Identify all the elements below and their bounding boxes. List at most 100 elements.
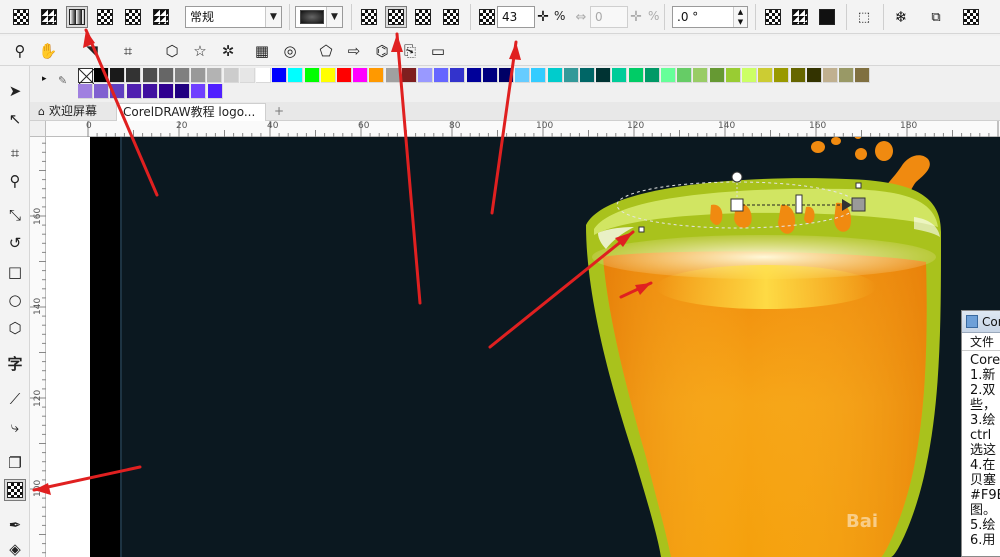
vector-pattern-transparency-button[interactable] [94,6,116,28]
smooth-blend-button[interactable] [789,6,811,28]
node-position-spinner[interactable]: ✛ [627,6,645,28]
palette-swatch[interactable] [110,68,126,83]
palette-swatch[interactable] [709,68,725,83]
zoom-icon[interactable]: ⚲ [10,41,30,61]
eyedropper-icon[interactable]: ✎ [58,74,67,87]
transparency-tool-icon[interactable] [4,479,26,501]
pick-tool-icon[interactable]: ➤ [4,80,26,102]
palette-swatch[interactable] [434,68,450,83]
palette-swatch[interactable] [337,68,352,83]
palette-swatch[interactable] [369,68,385,83]
banner-icon[interactable]: ⎘ [400,41,420,61]
angle-field[interactable]: .0 ° ▲ ▼ [672,6,748,28]
ruler-corner[interactable] [30,121,46,137]
palette-scroll-icon[interactable]: ▸ [42,74,47,84]
free-scale-button[interactable]: ⬚ [853,6,875,28]
palette-swatch[interactable] [78,84,93,99]
palette-swatch[interactable] [353,68,369,83]
palette-swatch[interactable] [661,68,676,83]
palette-swatch[interactable] [239,68,255,83]
rectangle-tool-icon[interactable]: □ [4,261,26,283]
palette-swatch[interactable] [110,84,126,99]
palette-swatch[interactable] [806,68,822,83]
palette-swatch[interactable] [499,68,514,83]
palette-swatch[interactable] [515,68,531,83]
no-color-swatch[interactable] [78,68,94,84]
palette-swatch[interactable] [320,68,336,83]
palette-swatch[interactable] [563,68,579,83]
smart-drawing-tool-icon[interactable]: ↺ [4,232,26,254]
transparency-value-field[interactable]: 43 [497,6,535,28]
palette-swatch[interactable] [790,68,806,83]
palette-swatch[interactable] [288,68,304,83]
palette-swatch[interactable] [158,68,174,83]
palette-swatch[interactable] [207,68,223,83]
palette-swatch[interactable] [94,84,110,99]
tab-document[interactable]: CorelDRAW教程 logo... [116,103,266,121]
palette-swatch[interactable] [644,68,660,83]
palette-swatch[interactable] [774,68,790,83]
polygon-tool-icon[interactable]: ⬡ [4,317,26,339]
palette-swatch[interactable] [272,68,288,83]
palette-swatch[interactable] [547,68,563,83]
palette-swatch[interactable] [304,68,320,83]
palette-swatch[interactable] [580,68,595,83]
node-position-field[interactable]: 0 [590,6,628,28]
palette-swatch[interactable] [385,68,401,83]
palette-swatch[interactable] [823,68,838,83]
linear-fountain-button[interactable] [358,6,380,28]
elliptical-fountain-button[interactable] [385,6,407,28]
drawing-canvas[interactable]: Bai [46,137,1000,557]
palette-swatch[interactable] [191,84,207,99]
spiral-icon[interactable]: ◎ [280,41,300,61]
palette-swatch[interactable] [191,68,207,83]
angle-spinner[interactable]: ▲ ▼ [733,7,747,27]
palette-swatch[interactable] [256,68,271,83]
palette-swatch[interactable] [142,84,158,99]
palette-swatch[interactable] [839,68,855,83]
connector-tool-icon[interactable]: ⤷ [4,416,26,438]
freehand-tool-icon[interactable]: ⤡ [4,204,26,226]
palette-swatch[interactable] [758,68,774,83]
callout-icon[interactable]: ▭ [428,41,448,61]
palette-swatch[interactable] [126,68,142,83]
tab-welcome[interactable]: ⌂ 欢迎屏幕 [32,103,103,121]
pan-hand-icon[interactable]: ✋ [38,41,58,61]
palette-swatch[interactable] [450,68,466,83]
palette-swatch[interactable] [855,68,871,83]
gear-shape-icon[interactable]: ✲ [218,41,238,61]
palette-swatch[interactable] [418,68,433,83]
palette-swatch[interactable] [693,68,709,83]
smear-icon[interactable]: ◥ [82,41,102,61]
basic-shapes-icon[interactable]: ⬠ [316,41,336,61]
uniform-transparency-button[interactable] [38,6,60,28]
palette-swatch[interactable] [612,68,628,83]
palette-swatch[interactable] [159,84,174,99]
text-tool-icon[interactable]: 字 [4,352,26,374]
zoom-tool-icon[interactable]: ⚲ [4,170,26,192]
vertical-ruler[interactable]: 160 140 120 100 [30,121,46,557]
flowchart-icon[interactable]: ⌬ [372,41,392,61]
eyedropper-tool-icon[interactable]: ✒ [4,514,26,536]
palette-swatch[interactable] [725,68,741,83]
freeze-transparency-button[interactable]: ❄ [890,6,912,28]
palette-swatch[interactable] [126,84,142,99]
ellipse-tool-icon[interactable]: ○ [4,289,26,311]
bitmap-pattern-transparency-button[interactable] [122,6,144,28]
polygon-icon[interactable]: ⬡ [162,41,182,61]
palette-swatch[interactable] [223,68,239,83]
edit-transparency-button[interactable] [960,6,982,28]
palette-swatch[interactable] [531,68,547,83]
new-tab-button[interactable]: + [268,103,290,121]
palette-swatch[interactable] [596,68,612,83]
fill-tool-icon[interactable]: ◈ [4,538,26,557]
texture-transparency-button[interactable] [150,6,172,28]
arrow-shapes-icon[interactable]: ⇨ [344,41,364,61]
docker-menu[interactable]: 文件 [962,333,1000,351]
palette-swatch[interactable] [401,68,417,83]
no-transparency-button[interactable] [10,6,32,28]
shape-tool-icon[interactable]: ↖ [4,108,26,130]
merge-mode-dropdown[interactable]: 常规 ▼ [185,6,282,28]
table-icon[interactable]: ▦ [252,41,272,61]
palette-swatch[interactable] [175,68,190,83]
